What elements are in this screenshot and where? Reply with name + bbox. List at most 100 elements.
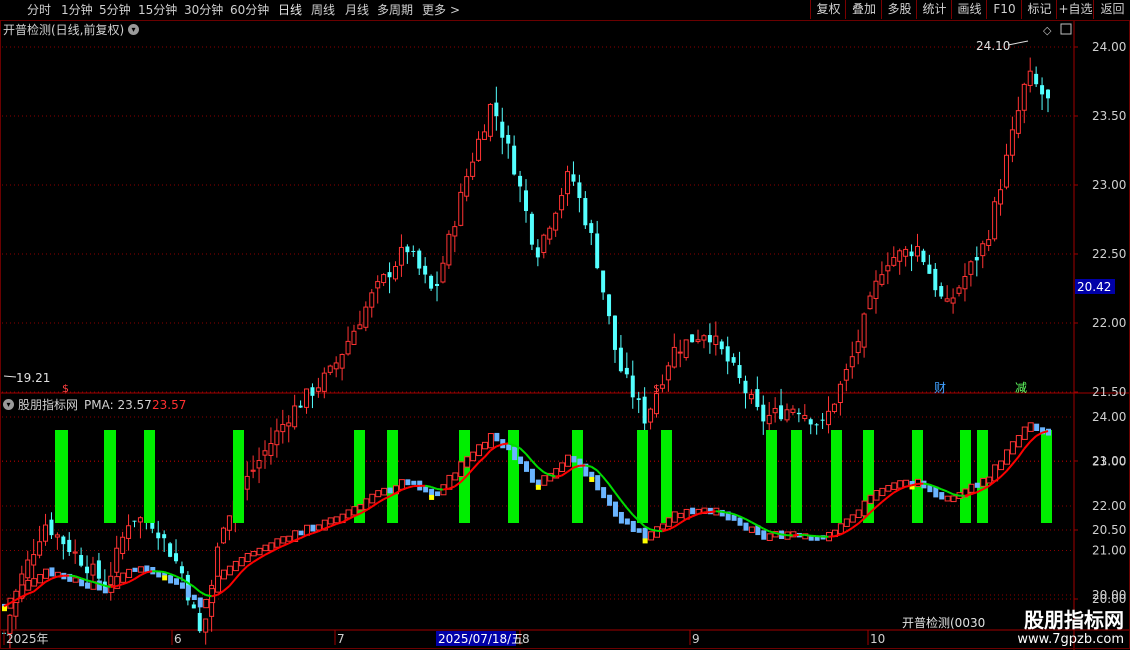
candle-body-up [476,138,482,161]
pma-line-segment [300,534,307,540]
candle-body-up [654,393,659,415]
pma-line-segment [940,488,948,493]
pma-line-segment [51,575,58,580]
candle-body-down [731,357,736,363]
pma-line-segment [561,470,569,477]
candle-body-down [820,419,825,421]
candle-body-up [274,430,280,446]
low-arrow [3,375,17,378]
time-axis-label: 9 [692,632,700,646]
indicator-candle-up [137,566,144,573]
candle-body-up [398,246,404,266]
indicator-axis-label: 24.00 [1092,410,1126,424]
pma-line-segment [240,565,248,573]
candle-body-up [487,103,493,137]
candle-body-down [512,145,517,175]
pma-line-segment [602,476,610,485]
candle-body-up [784,409,790,421]
candle-body-down [755,389,760,407]
candle-body-down [974,257,979,261]
price-axis-label: 24.00 [1092,40,1126,54]
indicator-candle-down [974,482,980,488]
candle-body-up [446,233,452,266]
indicator-candle-up [452,472,459,481]
candle-body-up [547,227,553,240]
candle-body-up [304,388,310,408]
indicator-candle-down [405,479,411,486]
indicator-candle-up [120,572,127,583]
candle-body-up [962,275,968,290]
pma-line-segment [525,453,533,462]
pma-line-segment [816,535,823,538]
candle-body-up [369,292,375,308]
candle-body-down [162,534,167,539]
indicator-candle-up [220,569,227,580]
indicator-candle-up [351,506,358,516]
indicator-settings-icon[interactable]: ▾ [3,399,14,410]
reduction-marker: 减 [1015,381,1027,395]
candle-body-down [298,405,303,408]
price-axis-label: 22.00 [1092,316,1126,330]
signal-bar [791,430,802,523]
pma-line-segment [228,578,237,587]
indicator-candle-up [867,494,874,504]
signal-bar [572,430,583,523]
candle-body-up [286,422,292,427]
candle-body-up [43,524,49,542]
time-axis-label: 10 [870,632,885,646]
pma-line-segment [946,490,954,496]
pma-line-segment [656,529,663,533]
high-arrow [1007,40,1029,46]
indicator-candle-up [897,480,904,489]
candle-body-up [1009,129,1015,156]
candle-body-down [191,604,196,609]
candle-body-up [659,384,665,389]
candle-body-down [61,536,66,545]
candle-body-down [435,283,440,286]
indicator-candle-up [849,514,856,523]
candle-body-down [529,213,534,245]
candle-body-up [559,195,565,211]
candle-body-up [203,618,209,633]
indicator-candle-up [37,574,44,584]
candle-body-up [695,339,701,343]
indicator-candle-up [238,557,245,567]
indicator-candle-up [559,462,566,472]
indicator-candle-up [250,550,257,557]
indicator-candle-down [132,567,138,572]
pma-line-segment [377,498,385,504]
indicator-candle-down [185,585,191,598]
candle-body-up [998,189,1004,205]
candle-body-up [351,330,357,345]
indicator-candle-up [464,456,471,468]
candle-body-up [1015,110,1021,134]
indicator-candle-up [1027,422,1034,432]
candle-body-down [761,404,766,422]
candle-body-up [357,324,363,330]
indicator-candle-up [654,526,660,538]
main-settings-icon[interactable]: ▾ [128,24,139,35]
kline-chart[interactable]: 24.00 23.50 23.00 22.50 22.00 21.50 21.00 20.50… [0,0,1130,650]
candle-body-up [280,423,286,433]
pma-line-segment [33,585,41,593]
candle-body-up [837,383,843,404]
candle-body-down [814,424,819,426]
pma-line-segment [27,590,35,595]
candle-body-down [429,275,434,289]
indicator-highlight [162,575,168,581]
indicator-candle-down [636,528,642,533]
indicator-candle-up [873,490,880,501]
candle-body-up [968,261,974,275]
indicator-candle-down [168,575,174,584]
candle-body-up [956,287,962,294]
indicator-candle-up [659,523,666,530]
pma-line-segment [193,585,201,593]
candle-body-down [1034,73,1039,85]
pma-line-segment [424,484,432,488]
candle-body-up [108,575,114,586]
candle-body-up [1003,154,1009,188]
indicator-candle-down [85,582,91,589]
pma-line-segment [905,484,912,488]
pma-line-segment [626,507,634,516]
candle-body-up [440,262,446,283]
